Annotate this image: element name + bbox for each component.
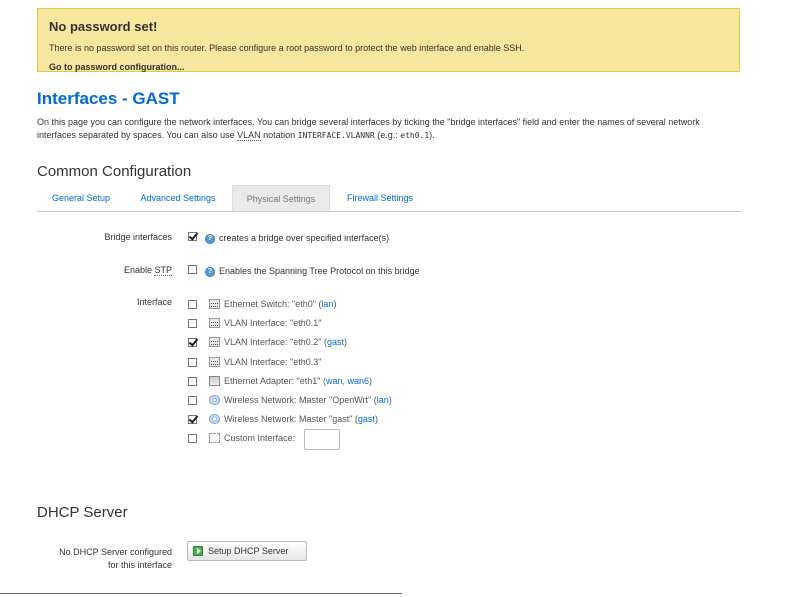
bridge-interfaces-label: Bridge interfaces: [104, 232, 172, 242]
stp-abbr: STP: [154, 265, 172, 276]
tab-physical-settings[interactable]: Physical Settings: [232, 185, 330, 211]
interface-name: Wireless Network: Master "OpenWrt" (: [224, 395, 377, 405]
stp-help-text: Enables the Spanning Tree Protocol on th…: [219, 266, 420, 276]
custom-interface-icon: [209, 433, 220, 444]
network-link[interactable]: wan6: [347, 376, 369, 386]
interface-suffix: ): [333, 299, 337, 309]
dhcp-server-heading: DHCP Server: [37, 504, 128, 521]
interface-checkbox[interactable]: [188, 300, 197, 309]
config-tabs: General Setup Advanced Settings Physical…: [37, 185, 742, 212]
interface-checkbox[interactable]: [188, 357, 197, 367]
tab-firewall-settings[interactable]: Firewall Settings: [333, 185, 427, 211]
ethernet-adapter-icon: [209, 375, 220, 386]
wireless-network-icon: [209, 414, 220, 425]
interface-checkbox[interactable]: [188, 338, 197, 348]
setup-dhcp-label: Setup DHCP Server: [208, 546, 289, 556]
interface-checkbox[interactable]: [188, 434, 197, 444]
interface-checkbox[interactable]: [188, 319, 197, 329]
interface-checkbox[interactable]: [188, 415, 197, 425]
interface-label-text: VLAN Interface: "eth0.2" (gast): [224, 336, 347, 349]
desc-part2: notation: [260, 130, 298, 140]
desc-part4: ).: [429, 130, 435, 140]
common-config-heading: Common Configuration: [37, 163, 192, 180]
help-icon: ?: [205, 267, 215, 277]
vlan-interface-icon: [209, 337, 220, 348]
footer-divider: [0, 593, 402, 594]
dhcp-status-line1: No DHCP Server configured: [59, 547, 172, 557]
interface-suffix: ): [374, 414, 378, 425]
bridge-interfaces-checkbox[interactable]: [188, 232, 197, 241]
interface-label-text: VLAN Interface: "eth0.3": [224, 356, 321, 369]
interface-suffix: ): [343, 337, 347, 348]
custom-interface-input[interactable]: [304, 429, 340, 450]
alert-text: There is no password set on this router.…: [49, 43, 525, 53]
interface-checkbox[interactable]: [188, 396, 197, 405]
desc-mono-example: eth0.1: [400, 131, 430, 140]
setup-dhcp-server-button[interactable]: Setup DHCP Server: [187, 541, 307, 561]
network-link[interactable]: gast: [358, 414, 375, 424]
interface-checkbox[interactable]: [188, 376, 197, 386]
tab-advanced-settings[interactable]: Advanced Settings: [127, 185, 229, 211]
network-link[interactable]: lan: [321, 299, 333, 309]
enable-stp-label: Enable STP: [40, 265, 172, 276]
interface-label-text: Wireless Network: Master "OpenWrt" (lan): [224, 394, 392, 407]
page-description: On this page you can configure the netwo…: [37, 116, 737, 142]
interface-name: VLAN Interface: "eth0.3": [224, 356, 322, 367]
interface-name: VLAN Interface: "eth0.2" (: [224, 337, 327, 348]
dhcp-status-label: No DHCP Server configured for this inter…: [20, 546, 172, 572]
interface-label-text: Ethernet Adapter: "eth1" (wan, wan6): [224, 375, 372, 388]
interface-name: Custom Interface:: [224, 433, 296, 444]
interface-label-text: Ethernet Switch: "eth0" (lan): [224, 298, 336, 311]
interface-label-text: VLAN Interface: "eth0.1": [224, 317, 321, 330]
vlan-interface-icon: [209, 318, 220, 329]
dhcp-status-line2: for this interface: [107, 560, 172, 570]
bridge-help-text: creates a bridge over specified interfac…: [219, 233, 390, 243]
desc-part3: (e.g.:: [374, 130, 401, 140]
interface-suffix: ): [369, 375, 372, 386]
tab-general-setup[interactable]: General Setup: [37, 185, 125, 211]
interface-label-text: Custom Interface:: [224, 432, 295, 445]
ethernet-switch-icon: [209, 299, 220, 309]
network-link[interactable]: wan: [326, 376, 343, 386]
network-link[interactable]: lan: [377, 395, 389, 405]
wireless-network-icon: [209, 395, 220, 405]
enable-stp-prefix: Enable: [123, 265, 155, 275]
no-password-alert: No password set! There is no password se…: [37, 8, 740, 72]
interface-label: Interface: [136, 297, 172, 307]
interface-name: Ethernet Adapter: "eth1" (: [224, 375, 326, 386]
password-config-link[interactable]: Go to password configuration...: [49, 62, 185, 72]
setup-icon: [193, 546, 203, 556]
interface-name: Wireless Network: Master "gast" (: [224, 414, 358, 425]
interface-label-text: Wireless Network: Master "gast" (gast): [224, 413, 378, 426]
interface-name: VLAN Interface: "eth0.1": [224, 318, 322, 329]
desc-mono-interface: INTERFACE.VLANNR: [297, 131, 375, 140]
alert-title: No password set!: [49, 19, 158, 34]
network-link[interactable]: gast: [327, 337, 344, 347]
enable-stp-checkbox[interactable]: [188, 265, 197, 274]
interface-name: Ethernet Switch: "eth0" (: [224, 299, 322, 309]
interface-suffix: ): [388, 395, 392, 405]
page-title: Interfaces - GAST: [37, 89, 180, 108]
vlan-interface-icon: [209, 356, 220, 367]
desc-vlan-abbr: VLAN: [237, 130, 261, 141]
help-icon: ?: [205, 234, 215, 244]
